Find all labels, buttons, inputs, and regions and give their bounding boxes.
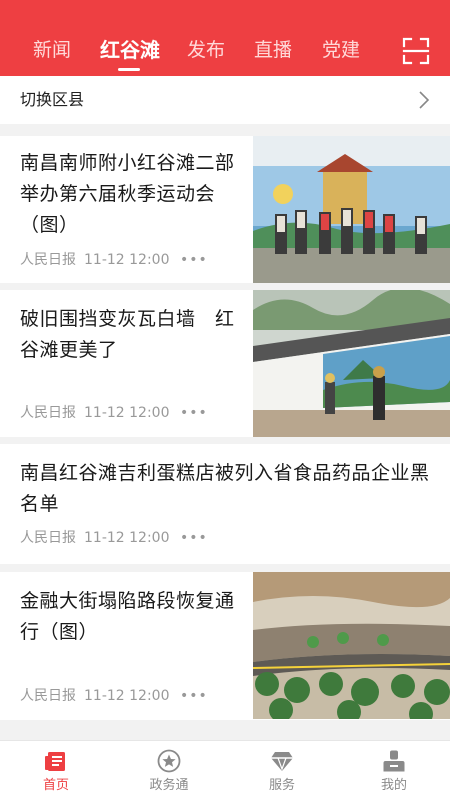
diamond-icon (271, 752, 293, 771)
news-thumbnail (253, 136, 450, 283)
district-switch-label: 切换区县 (20, 90, 85, 109)
news-item[interactable]: 金融大街塌陷路段恢复通行（图） 人民日报 11-12 12:00 ••• (0, 572, 450, 720)
more-options-icon[interactable]: ••• (180, 528, 208, 548)
nav-label-home: 首页 (42, 778, 69, 793)
more-options-icon[interactable]: ••• (180, 686, 208, 706)
nav-services[interactable]: 服务 (226, 741, 338, 800)
news-meta: 人民日报 11-12 12:00 (20, 403, 169, 423)
active-tab-indicator (118, 68, 140, 71)
news-title: 南昌红谷滩吉利蛋糕店被列入省食品药品企业黑名单 (20, 462, 430, 515)
user-icon (383, 750, 405, 772)
news-title: 破旧围挡变灰瓦白墙 红谷滩更美了 (20, 308, 235, 361)
channel-tabs: 新闻 红谷滩 发布 直播 党建 (0, 0, 380, 76)
news-meta: 人民日报 11-12 12:00 (20, 250, 169, 270)
more-options-icon[interactable]: ••• (180, 403, 208, 423)
news-item[interactable]: 破旧围挡变灰瓦白墙 红谷滩更美了 人民日报 11-12 12:00 ••• (0, 290, 450, 437)
nav-home[interactable]: 首页 (0, 741, 112, 800)
tab-news[interactable]: 新闻 (33, 36, 71, 64)
news-item[interactable]: 南昌红谷滩吉利蛋糕店被列入省食品药品企业黑名单 人民日报 11-12 12:00 … (0, 444, 450, 564)
news-meta: 人民日报 11-12 12:00 (20, 686, 169, 706)
chevron-right-icon (419, 91, 430, 109)
news-time: 11-12 12:00 (84, 405, 170, 421)
star-icon (157, 749, 181, 773)
bottom-nav: 首页 政务通 服务 我的 (0, 740, 450, 800)
scan-icon[interactable] (402, 37, 430, 65)
news-icon (45, 752, 65, 771)
district-switch-row[interactable]: 切换区县 (0, 76, 450, 124)
news-title: 金融大街塌陷路段恢复通行（图） (20, 590, 235, 643)
nav-profile[interactable]: 我的 (338, 741, 450, 800)
news-source: 人民日报 (20, 405, 76, 421)
news-thumbnail (253, 290, 450, 437)
nav-label-services: 服务 (268, 778, 295, 793)
news-source: 人民日报 (20, 252, 76, 268)
news-title: 南昌南师附小红谷滩二部举办第六届秋季运动会（图） (20, 152, 235, 236)
news-time: 11-12 12:00 (84, 688, 170, 704)
top-bar: 新闻 红谷滩 发布 直播 党建 (0, 0, 450, 76)
tab-party[interactable]: 党建 (322, 36, 360, 64)
tab-live[interactable]: 直播 (254, 36, 292, 64)
news-thumbnail (253, 572, 450, 719)
news-meta: 人民日报 11-12 12:00 (20, 528, 169, 548)
news-source: 人民日报 (20, 530, 76, 546)
news-source: 人民日报 (20, 688, 76, 704)
nav-label-profile: 我的 (380, 778, 407, 793)
tab-honggutan[interactable]: 红谷滩 (100, 36, 160, 64)
news-item[interactable]: 南昌南师附小红谷滩二部举办第六届秋季运动会（图） 人民日报 11-12 12:00… (0, 136, 450, 283)
news-time: 11-12 12:00 (84, 252, 170, 268)
more-options-icon[interactable]: ••• (180, 250, 208, 270)
nav-label-government: 政务通 (149, 778, 189, 793)
nav-government[interactable]: 政务通 (113, 741, 225, 800)
news-time: 11-12 12:00 (84, 530, 170, 546)
tab-publish[interactable]: 发布 (187, 36, 225, 64)
